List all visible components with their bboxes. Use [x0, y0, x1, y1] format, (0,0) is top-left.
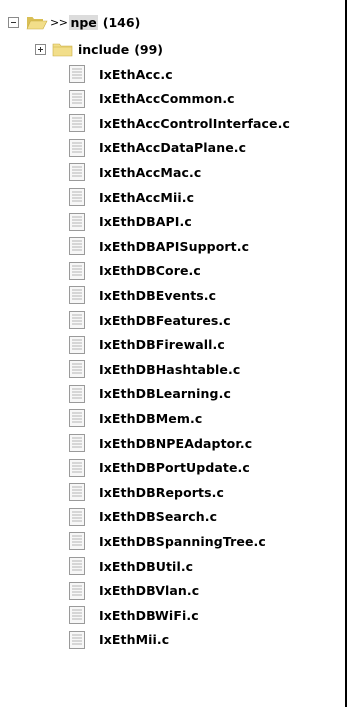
text-file-icon	[69, 434, 85, 452]
file-item[interactable]: IxEthDBMem.c	[69, 406, 202, 430]
file-item[interactable]: IxEthAccControlInterface.c	[69, 111, 290, 135]
file-item[interactable]: IxEthDBFeatures.c	[69, 308, 231, 332]
file-name[interactable]: IxEthDBCore.c	[99, 263, 201, 278]
text-file-icon	[69, 360, 85, 379]
text-file-icon	[69, 606, 85, 625]
file-name[interactable]: IxEthDBHashtable.c	[99, 362, 240, 377]
file-item[interactable]: IxEthDBAPISupport.c	[69, 234, 249, 258]
file-name[interactable]: IxEthAccCommon.c	[99, 91, 235, 106]
file-item[interactable]: IxEthDBHashtable.c	[69, 357, 240, 381]
file-name[interactable]: IxEthDBVlan.c	[99, 583, 199, 598]
folder-count-include: (99)	[134, 41, 164, 57]
file-item[interactable]: IxEthDBNPEAdaptor.c	[69, 431, 252, 455]
folder-name-npe[interactable]: npe	[69, 14, 98, 30]
text-file-icon	[69, 458, 85, 477]
file-item[interactable]: IxEthMii.c	[69, 628, 169, 652]
file-item[interactable]: IxEthDBFirewall.c	[69, 333, 225, 357]
text-file-icon	[69, 138, 85, 157]
file-item[interactable]: IxEthDBCore.c	[69, 259, 201, 283]
text-file-icon	[69, 507, 85, 526]
text-file-icon	[69, 65, 85, 83]
file-name[interactable]: IxEthDBFirewall.c	[99, 337, 225, 352]
file-tree-panel: >> npe (146) include (99) IxEthAcc.c IxEt…	[0, 0, 347, 707]
file-item[interactable]: IxEthAccMac.c	[69, 160, 201, 184]
text-file-icon	[69, 384, 85, 403]
file-name[interactable]: IxEthAccControlInterface.c	[99, 116, 290, 131]
text-file-icon	[69, 557, 85, 575]
folder-name-include[interactable]: include	[78, 42, 129, 57]
file-item[interactable]: IxEthDBLearning.c	[69, 382, 231, 406]
text-file-icon	[69, 163, 85, 182]
file-name[interactable]: IxEthDBFeatures.c	[99, 313, 231, 328]
file-name[interactable]: IxEthDBUtil.c	[99, 559, 193, 574]
file-item[interactable]: IxEthDBWiFi.c	[69, 603, 199, 627]
file-item[interactable]: IxEthAccMii.c	[69, 185, 194, 209]
file-name[interactable]: IxEthDBReports.c	[99, 485, 224, 500]
tree-node-npe[interactable]: >> npe (146)	[8, 9, 140, 35]
file-item[interactable]: IxEthDBSearch.c	[69, 505, 217, 529]
text-file-icon	[69, 483, 85, 502]
file-name[interactable]: IxEthAcc.c	[99, 67, 173, 82]
text-file-icon	[69, 335, 85, 354]
file-item[interactable]: IxEthDBPortUpdate.c	[69, 456, 250, 480]
file-name[interactable]: IxEthDBNPEAdaptor.c	[99, 436, 252, 451]
tree-node-include[interactable]: include (99)	[35, 36, 163, 62]
folder-icon	[52, 43, 73, 56]
text-file-icon	[69, 630, 85, 649]
file-item[interactable]: IxEthDBVlan.c	[69, 579, 199, 603]
collapse-toggle-icon[interactable]	[8, 16, 19, 28]
path-arrows: >>	[50, 15, 68, 29]
file-name[interactable]: IxEthDBWiFi.c	[99, 608, 199, 623]
text-file-icon	[69, 212, 85, 231]
file-item[interactable]: IxEthDBReports.c	[69, 480, 224, 504]
file-name[interactable]: IxEthDBMem.c	[99, 411, 202, 426]
text-file-icon	[69, 532, 85, 551]
file-name[interactable]: IxEthDBEvents.c	[99, 288, 216, 303]
file-item[interactable]: IxEthDBEvents.c	[69, 283, 216, 307]
text-file-icon	[69, 409, 85, 428]
expand-toggle-icon[interactable]	[35, 43, 46, 55]
file-name[interactable]: IxEthDBAPISupport.c	[99, 239, 249, 254]
file-name[interactable]: IxEthAccMac.c	[99, 165, 201, 180]
file-name[interactable]: IxEthDBPortUpdate.c	[99, 460, 250, 475]
text-file-icon	[69, 261, 85, 280]
file-name[interactable]: IxEthMii.c	[99, 632, 169, 647]
text-file-icon	[69, 114, 85, 133]
file-name[interactable]: IxEthAccDataPlane.c	[99, 140, 246, 155]
file-name[interactable]: IxEthDBAPI.c	[99, 214, 192, 229]
file-item[interactable]: IxEthAccCommon.c	[69, 87, 235, 111]
file-name[interactable]: IxEthDBSearch.c	[99, 509, 217, 524]
file-item[interactable]: IxEthDBSpanningTree.c	[69, 529, 266, 553]
text-file-icon	[69, 311, 85, 329]
text-file-icon	[69, 237, 85, 256]
file-name[interactable]: IxEthDBSpanningTree.c	[99, 534, 266, 549]
folder-open-icon	[26, 16, 48, 29]
file-item[interactable]: IxEthDBUtil.c	[69, 554, 193, 578]
file-item[interactable]: IxEthDBAPI.c	[69, 210, 192, 234]
text-file-icon	[69, 89, 85, 108]
text-file-icon	[69, 581, 85, 600]
file-name[interactable]: IxEthDBLearning.c	[99, 386, 231, 401]
folder-count-npe: (146)	[102, 14, 141, 30]
text-file-icon	[69, 286, 85, 305]
file-item[interactable]: IxEthAcc.c	[69, 62, 173, 86]
text-file-icon	[69, 188, 85, 206]
file-name[interactable]: IxEthAccMii.c	[99, 190, 194, 205]
file-item[interactable]: IxEthAccDataPlane.c	[69, 136, 246, 160]
